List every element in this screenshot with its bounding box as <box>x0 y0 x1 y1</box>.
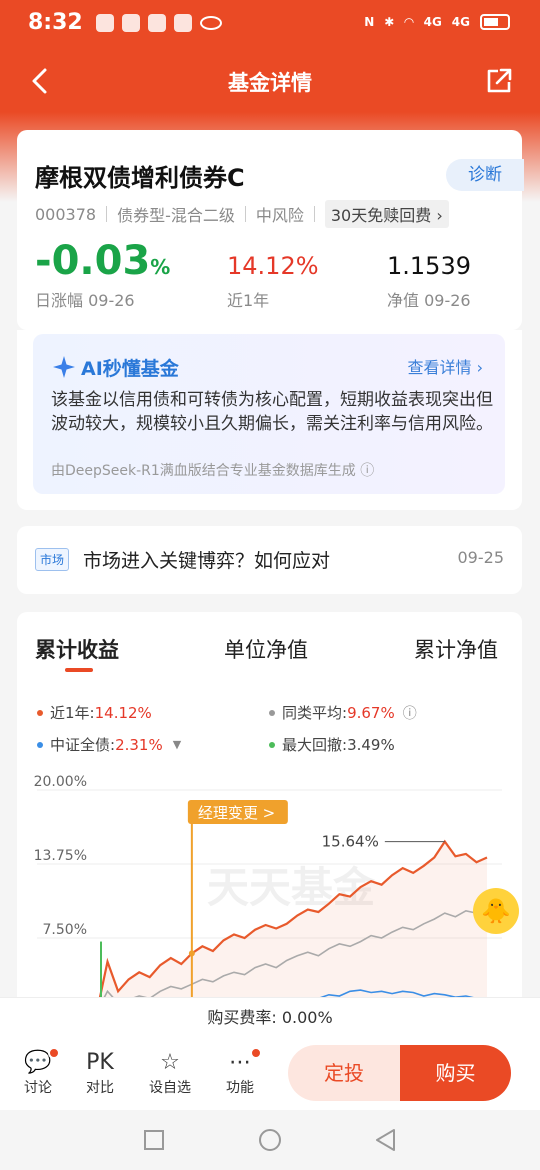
fund-type: 债券型-混合二级 <box>117 206 235 225</box>
legend-avg-dot <box>269 709 275 716</box>
ai-summary-card: AI秒懂基金 查看详情 › 该基金以信用债和可转债为核心配置，短期收益表现突出但… <box>17 330 522 510</box>
legend-fund-label: 近1年: <box>50 704 95 722</box>
year-return-value: 14.12% <box>227 252 319 280</box>
mascot-icon[interactable]: 🐥 <box>473 888 519 934</box>
daily-change-label: 日涨幅 09-26 <box>35 291 135 310</box>
legend-drawdown-dot <box>269 741 275 748</box>
bluetooth-icon: ✱ <box>384 15 395 29</box>
peak-label: 15.64% <box>322 833 379 851</box>
news-item[interactable]: 市场 市场进入关键博弈？如何应对 09-25 <box>17 526 522 594</box>
year-return-label: 近1年 <box>227 291 270 310</box>
ai-source-note: 由DeepSeek-R1满血版结合专业基金数据库生成 ⓘ <box>51 463 375 479</box>
ai-title: AI秒懂基金 <box>81 358 179 380</box>
share-icon[interactable] <box>484 66 514 96</box>
nav-label: 净值 09-26 <box>387 291 471 310</box>
active-tab-indicator <box>65 668 93 672</box>
buy-button[interactable]: 购买 <box>400 1045 511 1101</box>
divider <box>106 206 108 222</box>
system-icons: N ✱ ◠ 4G 4G <box>364 14 510 30</box>
legend-max-drawdown: 最大回撤: 3.49% <box>269 734 395 755</box>
daily-change-number: -0.03 <box>35 238 151 284</box>
discussion-label: 讨论 <box>24 1080 52 1096</box>
divider <box>244 206 246 222</box>
fund-summary-card: 摩根双债增利债券C 诊断 000378 债券型-混合二级 中风险 30天免赎回费… <box>17 130 524 330</box>
notification-dot <box>48 1047 60 1059</box>
home-icon[interactable] <box>258 1128 282 1152</box>
weibo-icon <box>122 14 140 32</box>
wifi-icon: ◠ <box>404 15 414 29</box>
fee-waiver-badge[interactable]: 30天免赎回费 › <box>324 200 449 228</box>
legend-index-label: 中证全债: <box>50 736 116 754</box>
signal-2-label: 4G <box>451 15 470 29</box>
y-tick-label: 7.50% <box>43 922 87 938</box>
legend-drawdown-label: 最大回撤: <box>282 736 348 754</box>
fund-code: 000378 <box>35 204 97 224</box>
fund-name: 摩根双债增利债券C <box>35 164 245 192</box>
ai-details-link[interactable]: 查看详情 › <box>408 354 484 378</box>
status-bar: 8:32 N ✱ ◠ 4G 4G <box>0 0 540 52</box>
legend-avg-label: 同类平均: <box>282 704 348 722</box>
add-watchlist-label: 设自选 <box>149 1080 191 1096</box>
eye-icon <box>200 16 222 30</box>
legend-drawdown-value: 3.49% <box>347 735 395 754</box>
y-tick-label: 20.00% <box>34 774 87 790</box>
sparkle-icon <box>53 356 75 378</box>
divider <box>313 206 315 222</box>
mail-icon <box>148 14 166 32</box>
notification-dot <box>250 1047 262 1059</box>
manager-change-label: 经理变更 > <box>198 804 275 822</box>
legend-index-selector[interactable]: 中证全债: 2.31% ▼ <box>37 734 181 755</box>
daily-change-unit: % <box>150 255 171 279</box>
nav-value: 1.1539 <box>387 252 471 280</box>
news-date: 09-25 <box>457 548 505 567</box>
legend-avg-value: 9.67% <box>347 703 395 722</box>
app-header: 基金详情 <box>0 52 540 112</box>
functions-button[interactable]: ⋯ 功能 <box>212 1047 268 1097</box>
dropdown-caret-icon: ▼ <box>172 738 182 751</box>
legend-category-avg: 同类平均: 9.67% ⓘ <box>269 702 417 723</box>
legend-index-dot <box>37 741 43 748</box>
functions-label: 功能 <box>226 1080 254 1096</box>
app-notification-icon <box>96 14 114 32</box>
legend-fund-dot <box>37 709 43 716</box>
tab-cumulative-nav[interactable]: 累计净值 <box>414 634 498 664</box>
ai-summary-text: 该基金以信用债和可转债为核心配置，短期收益表现突出但波动较大，规模较小且久期偏长… <box>51 390 493 434</box>
ai-summary-panel: AI秒懂基金 查看详情 › 该基金以信用债和可转债为核心配置，短期收益表现突出但… <box>33 334 505 494</box>
game-icon <box>174 14 192 32</box>
compare-button[interactable]: PK 对比 <box>72 1047 128 1097</box>
compare-label: 对比 <box>86 1080 114 1096</box>
news-tag: 市场 <box>35 548 70 571</box>
notification-icons <box>96 14 222 32</box>
daily-change-value: -0.03% <box>35 238 170 284</box>
return-line-chart[interactable]: 20.00%13.75%7.50%1.25%天天基金经理变更 >15.64% <box>17 772 522 1032</box>
news-title: 市场进入关键博弈？如何应对 <box>83 550 331 572</box>
nfc-icon: N <box>364 15 375 29</box>
info-icon[interactable]: ⓘ <box>403 703 417 723</box>
auto-invest-button[interactable]: 定投 <box>288 1045 400 1101</box>
legend-fund: 近1年: 14.12% <box>37 702 152 723</box>
purchase-fee-bar: 购买费率: 0.00% <box>0 997 540 1037</box>
performance-chart-card: 累计收益 单位净值 累计净值 近1年: 14.12% 同类平均: 9.67% ⓘ 中… <box>17 612 522 1032</box>
diagnose-button[interactable]: 诊断 <box>446 159 524 191</box>
status-time: 8:32 <box>28 10 83 35</box>
legend-index-value: 2.31% <box>115 735 163 754</box>
fund-risk: 中风险 <box>255 206 304 225</box>
bottom-action-bar: 💬 讨论 PK 对比 ☆ 设自选 ⋯ 功能 定投 购买 <box>0 1037 540 1110</box>
recent-apps-icon[interactable] <box>144 1130 164 1150</box>
system-nav-bar <box>0 1110 540 1170</box>
back-nav-icon[interactable] <box>374 1128 396 1152</box>
fund-meta: 000378 债券型-混合二级 中风险 30天免赎回费 › <box>35 200 449 228</box>
battery-icon <box>480 14 510 30</box>
add-watchlist-button[interactable]: ☆ 设自选 <box>142 1047 198 1097</box>
star-plus-icon: ☆ <box>160 1049 180 1075</box>
tab-unit-nav[interactable]: 单位净值 <box>224 634 308 664</box>
y-tick-label: 13.75% <box>34 848 87 864</box>
tab-cumulative-return[interactable]: 累计收益 <box>35 634 119 664</box>
signal-1-label: 4G <box>423 15 442 29</box>
manager-change-point <box>188 950 195 957</box>
legend-fund-value: 14.12% <box>94 703 152 722</box>
pk-icon: PK <box>86 1049 114 1075</box>
page-title: 基金详情 <box>228 71 312 95</box>
discussion-button[interactable]: 💬 讨论 <box>10 1047 66 1097</box>
